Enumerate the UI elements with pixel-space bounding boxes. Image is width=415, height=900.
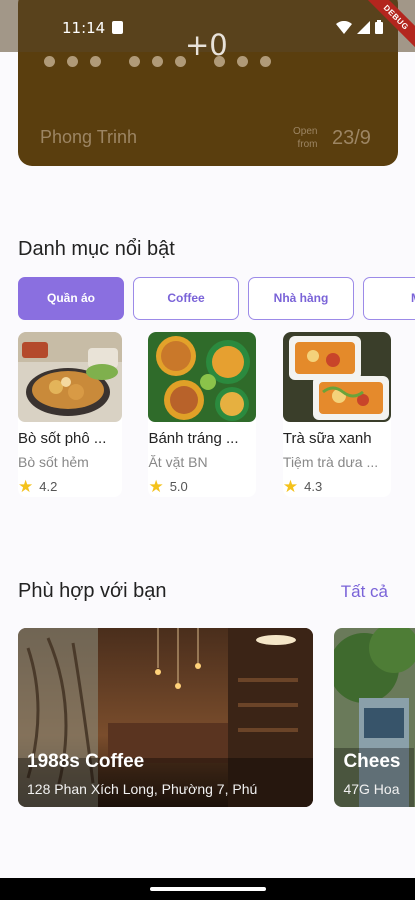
see-all-link[interactable]: Tất cả (341, 582, 388, 602)
food-image-bo-sot (18, 332, 122, 422)
food-list: Bò sốt phô ... Bò sốt hẻm ★ 4.2 Bánh trá… (18, 332, 415, 498)
food-image-tra-sua (282, 332, 391, 422)
food-card[interactable]: Trà sữa xanh Tiệm trà dưa ... ★ 4.3 (282, 332, 391, 497)
recommend-title: Phù hợp với bạn (18, 580, 167, 602)
star-icon: ★ (148, 477, 164, 496)
place-name: 1988s Coffee (27, 751, 145, 772)
chip-quan-ao[interactable]: Quần áo (18, 277, 124, 320)
food-shop: Tiệm trà dưa ... (282, 454, 379, 470)
food-shop: Ăt vặt BN (148, 454, 208, 470)
battery-icon (375, 20, 383, 34)
food-rating: ★ 5.0 (148, 477, 188, 496)
food-card[interactable]: Bánh tráng ... Ăt vặt BN ★ 5.0 (148, 332, 257, 497)
card-date: 23/9 (332, 127, 371, 149)
category-chips: Quần áoCoffeeNhà hàngM (18, 277, 415, 321)
home-handle[interactable] (150, 887, 266, 891)
food-name: Bò sốt phô ... (18, 430, 107, 447)
chip-coffee[interactable]: Coffee (133, 277, 239, 320)
food-shop: Bò sốt hẻm (18, 454, 89, 470)
place-name: Chees (343, 751, 401, 772)
food-rating: ★ 4.2 (18, 477, 58, 496)
food-rating: ★ 4.3 (282, 477, 323, 496)
card-number-dots (44, 56, 299, 67)
card-counter: +0 (185, 28, 228, 62)
star-icon: ★ (18, 477, 34, 496)
card-open-label: Open from (293, 126, 318, 150)
food-name: Trà sữa xanh (282, 430, 372, 447)
card-holder-name: Phong Trinh (40, 127, 138, 147)
place-address: 128 Phan Xích Long, Phường 7, Phú (27, 781, 258, 797)
place-list: 1988s Coffee 128 Phan Xích Long, Phường … (18, 628, 415, 808)
sim-icon (112, 21, 123, 34)
food-card[interactable]: Bò sốt phô ... Bò sốt hẻm ★ 4.2 (18, 332, 122, 497)
app-screen: Phong Trinh Open from 23/9 11:14 DEBUG +… (0, 0, 415, 900)
signal-icon (357, 20, 370, 34)
chip-more[interactable]: M (363, 277, 415, 320)
place-address: 47G Hoa (343, 781, 400, 797)
place-card[interactable]: 1988s Coffee 128 Phan Xích Long, Phường … (18, 628, 313, 807)
system-nav-bar (0, 878, 415, 900)
place-card[interactable]: Chees 47G Hoa (334, 628, 415, 807)
categories-title: Danh mục nổi bật (18, 238, 175, 260)
food-image-banh-trang (148, 332, 257, 422)
food-name: Bánh tráng ... (148, 430, 239, 447)
status-icons (336, 20, 383, 34)
wifi-icon (336, 20, 352, 34)
star-icon: ★ (282, 477, 299, 496)
status-time: 11:14 (62, 19, 106, 37)
chip-nha-hang[interactable]: Nhà hàng (248, 277, 354, 320)
